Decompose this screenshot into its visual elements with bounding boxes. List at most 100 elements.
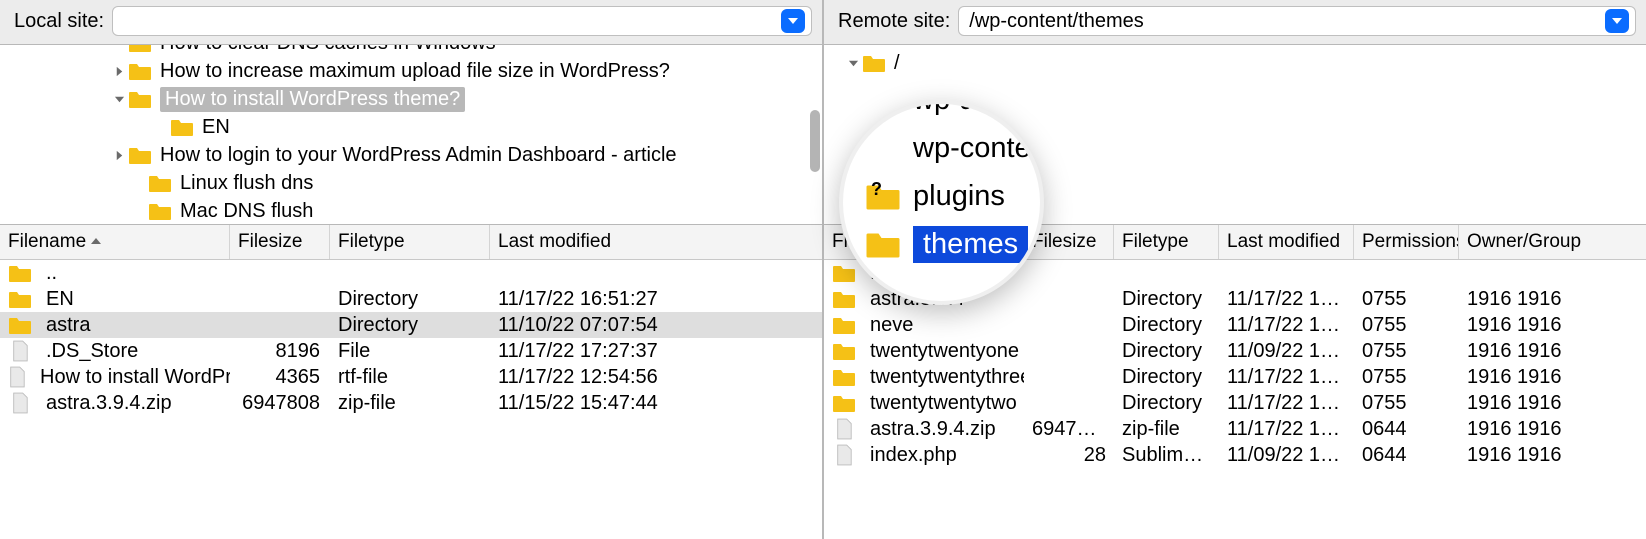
cell-mod: 11/17/22 17:27:37 (490, 340, 822, 363)
list-row[interactable]: ENDirectory11/17/22 16:51:27 (0, 286, 822, 312)
col-permissions[interactable]: Permissions (1354, 225, 1459, 259)
col-lastmodified[interactable]: Last modified (1219, 225, 1354, 259)
local-file-list[interactable]: ..ENDirectory11/17/22 16:51:27astraDirec… (0, 260, 822, 539)
cell-perm: 0644 (1354, 418, 1459, 441)
cell-mod: 11/15/22 15:47:44 (490, 392, 822, 415)
remote-path-field[interactable]: /wp-content/themes (958, 6, 1636, 36)
cell-filename: twentytwentytwo (824, 392, 1024, 415)
tree-item[interactable]: / (844, 49, 1646, 77)
cell-type: Directory (1114, 392, 1219, 415)
tree-item[interactable]: How to install WordPress theme? (0, 85, 822, 113)
local-path-field[interactable] (112, 6, 812, 36)
cell-type: Sublime T... (1114, 444, 1219, 467)
col-filename[interactable]: Filename (0, 225, 230, 259)
list-row[interactable]: index.php28Sublime T...11/09/22 17:3...0… (824, 442, 1646, 468)
filename-text: twentytwentytwo (870, 392, 1017, 415)
sort-asc-icon (90, 231, 102, 253)
local-path-bar: Local site: (0, 0, 822, 45)
col-owner[interactable]: Owner/Group (1459, 225, 1646, 259)
cell-own: 1916 1916 (1459, 366, 1646, 389)
local-tree[interactable]: How to clear DNS caches in WindowsHow to… (0, 45, 822, 225)
local-headers: Filename Filesize Filetype Last modified (0, 225, 822, 260)
filename-text: astra.3.9.4.zip (870, 418, 996, 441)
cell-type: Directory (330, 314, 490, 337)
filename-text: EN (46, 288, 74, 311)
app-root: Local site: How to clear DNS caches in W… (0, 0, 1646, 539)
local-pane: Local site: How to clear DNS caches in W… (0, 0, 824, 539)
list-row[interactable]: twentytwentyoneDirectory11/09/22 17:3...… (824, 338, 1646, 364)
col-filesize[interactable]: Filesize (230, 225, 330, 259)
remote-site-label: Remote site: (838, 10, 950, 33)
folder-icon (865, 181, 901, 211)
filename-text: .DS_Store (46, 340, 138, 363)
cell-type: Directory (1114, 314, 1219, 337)
cell-mod: 11/17/22 13:3... (1219, 366, 1354, 389)
list-row[interactable]: .. (0, 260, 822, 286)
filename-text: neve (870, 314, 913, 337)
cell-type: Directory (1114, 288, 1219, 311)
magnifier-item: themes (843, 220, 1028, 268)
disclosure-down-icon[interactable] (844, 58, 862, 69)
magnifier-overlay: wp-adminwp-contentpluginsthemes (839, 100, 1044, 305)
magnifier-label: plugins (913, 180, 1005, 213)
list-row[interactable]: How to install WordPr...4365rtf-file11/1… (0, 364, 822, 390)
cell-size: 6947808 (1024, 418, 1114, 441)
list-row[interactable]: neveDirectory11/17/22 10:3...07551916 19… (824, 312, 1646, 338)
scrollbar-thumb[interactable] (810, 110, 820, 172)
tree-item[interactable]: Linux flush dns (0, 169, 822, 197)
col-lastmodified[interactable]: Last modified (490, 225, 822, 259)
list-row[interactable]: .DS_Store8196File11/17/22 17:27:37 (0, 338, 822, 364)
tree-item[interactable]: EN (0, 113, 822, 141)
local-path-dropdown[interactable] (781, 9, 805, 33)
file-icon (832, 419, 856, 439)
cell-mod: 11/17/22 16:5... (1219, 288, 1354, 311)
folder-icon (128, 61, 152, 81)
folder-icon (128, 45, 152, 53)
list-row[interactable]: astra.3.9.4.zip6947808zip-file11/17/22 1… (824, 416, 1646, 442)
list-row[interactable]: astra.3.9.4.zip6947808zip-file11/15/22 1… (0, 390, 822, 416)
cell-mod: 11/17/22 12:54:56 (490, 366, 822, 389)
disclosure-right-icon[interactable] (110, 150, 128, 161)
cell-filename: twentytwentythree (824, 366, 1024, 389)
cell-filename: How to install WordPr... (0, 366, 230, 389)
col-filetype[interactable]: Filetype (330, 225, 490, 259)
cell-size: 6947808 (230, 392, 330, 415)
cell-type: zip-file (330, 392, 490, 415)
cell-mod: 11/09/22 17:3... (1219, 444, 1354, 467)
tree-item[interactable]: Mac DNS flush (0, 197, 822, 225)
cell-own: 1916 1916 (1459, 444, 1646, 467)
file-icon (8, 393, 32, 413)
cell-type: Directory (330, 288, 490, 311)
col-filetype[interactable]: Filetype (1114, 225, 1219, 259)
cell-mod: 11/17/22 10:3... (1219, 314, 1354, 337)
magnifier-item: plugins (843, 172, 1005, 220)
cell-size: 4365 (230, 366, 330, 389)
filename-text: twentytwentyone (870, 340, 1019, 363)
remote-path-dropdown[interactable] (1605, 9, 1629, 33)
filename-text: index.php (870, 444, 957, 467)
cell-own: 1916 1916 (1459, 288, 1646, 311)
tree-item[interactable]: How to clear DNS caches in Windows (0, 45, 822, 57)
list-row[interactable]: twentytwentythreeDirectory11/17/22 13:3.… (824, 364, 1646, 390)
remote-path-bar: Remote site: /wp-content/themes (824, 0, 1646, 45)
folder-icon (128, 145, 152, 165)
tree-item[interactable]: How to increase maximum upload file size… (0, 57, 822, 85)
disclosure-right-icon[interactable] (110, 66, 128, 77)
folder-icon (128, 89, 152, 109)
cell-filename: twentytwentyone (824, 340, 1024, 363)
list-row[interactable]: twentytwentytwoDirectory11/17/22 10:3...… (824, 390, 1646, 416)
folder-icon (865, 100, 901, 115)
tree-item[interactable]: How to login to your WordPress Admin Das… (0, 141, 822, 169)
cell-own: 1916 1916 (1459, 340, 1646, 363)
folder-icon (832, 341, 856, 361)
cell-filename: EN (0, 288, 230, 311)
list-row[interactable]: astraDirectory11/10/22 07:07:54 (0, 312, 822, 338)
folder-icon (865, 229, 901, 259)
folder-icon (832, 263, 856, 283)
cell-perm: 0755 (1354, 314, 1459, 337)
remote-tree[interactable]: / wp-adminwp-contentpluginsthemes (824, 45, 1646, 225)
disclosure-down-icon[interactable] (110, 94, 128, 105)
folder-icon (8, 289, 32, 309)
folder-icon (170, 117, 194, 137)
tree-item-label: How to install WordPress theme? (160, 87, 465, 112)
